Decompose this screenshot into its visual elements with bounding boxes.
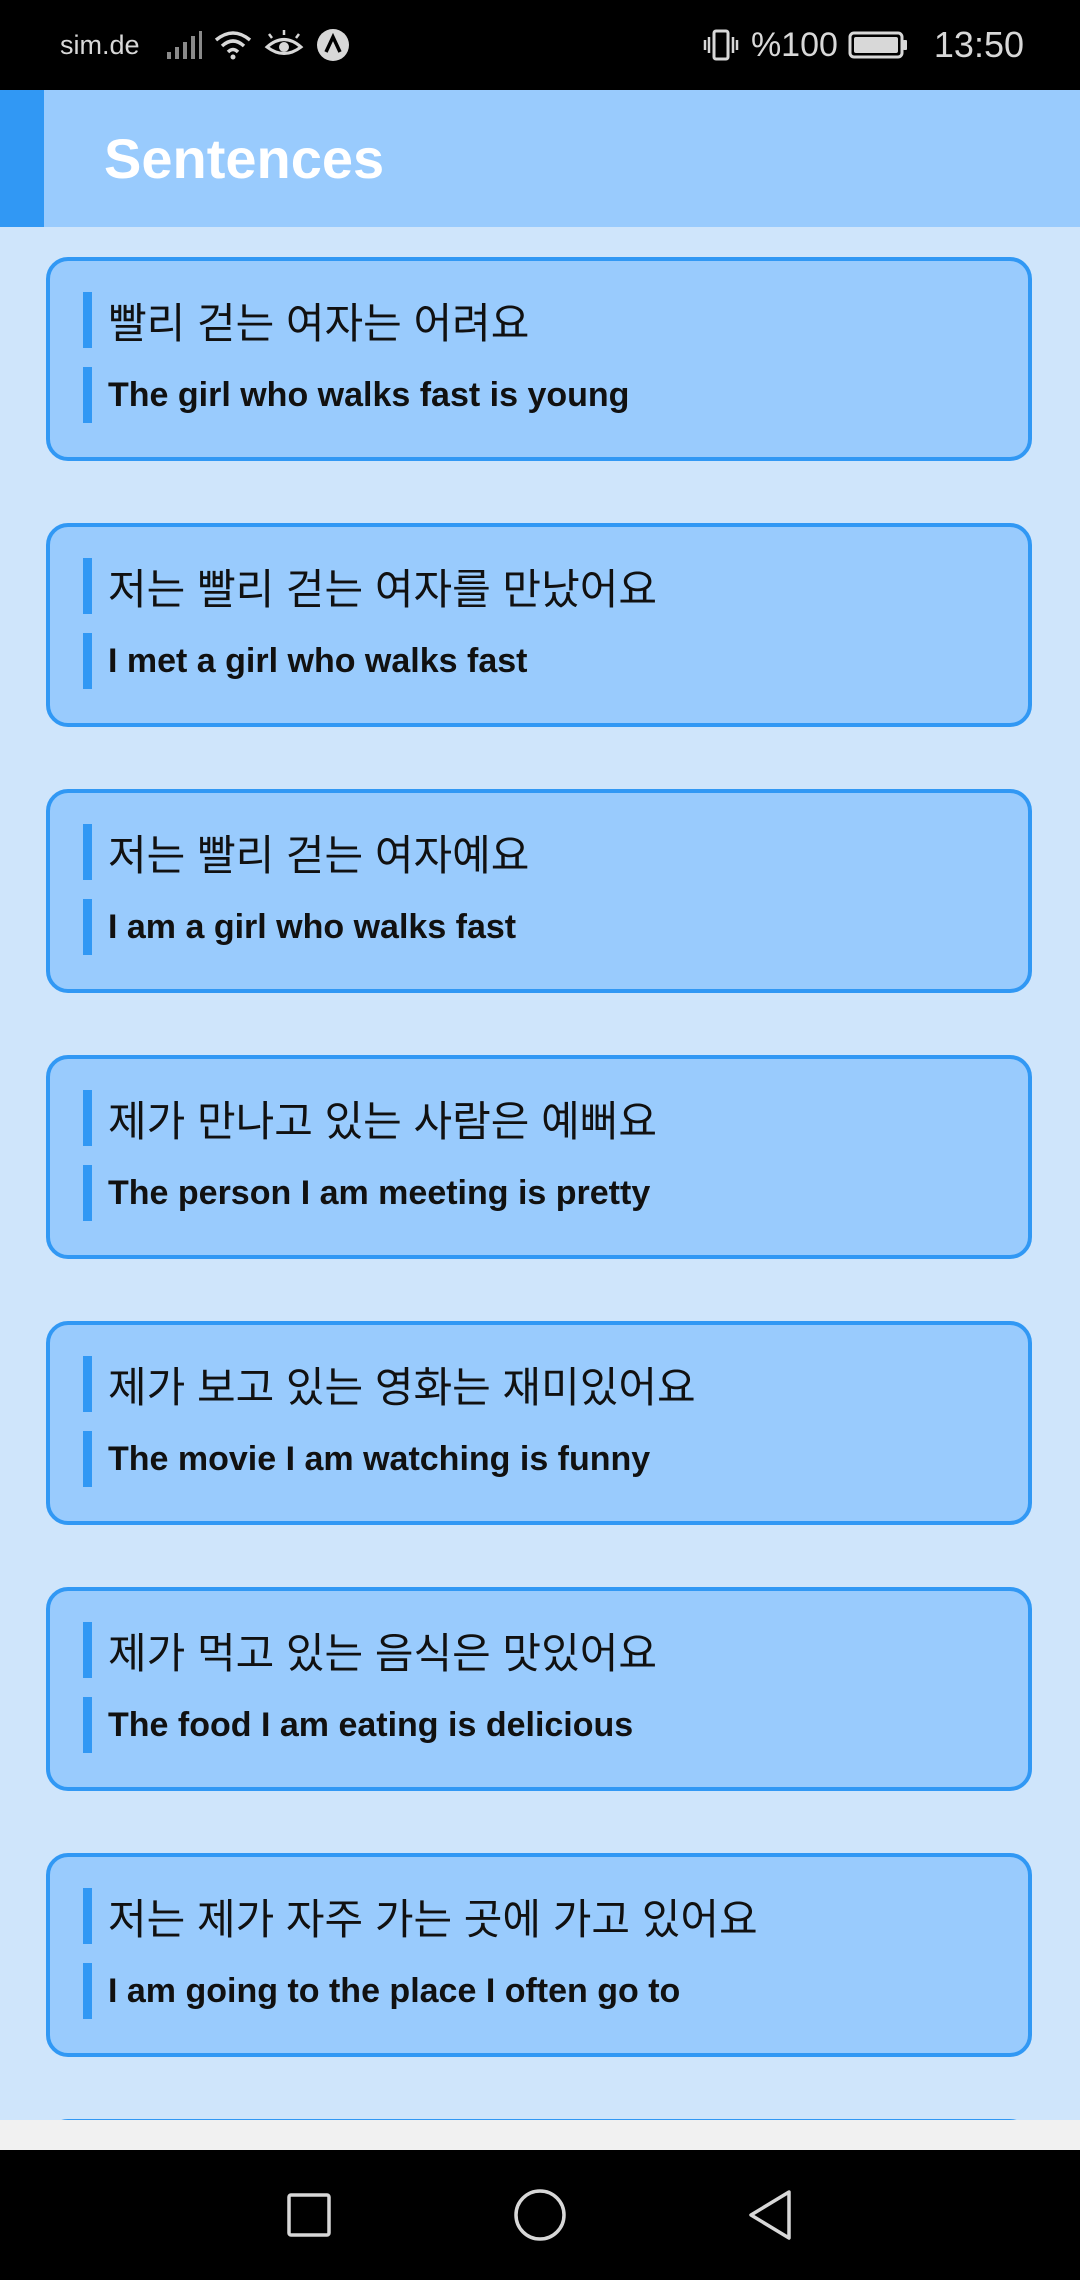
recents-icon[interactable] xyxy=(279,2185,339,2245)
navigation-bar xyxy=(0,2150,1080,2280)
status-bar: sim.de %100 13:50 xyxy=(0,0,1080,90)
english-translation: The girl who walks fast is young xyxy=(83,367,629,423)
wifi-icon xyxy=(214,30,252,60)
back-icon[interactable] xyxy=(740,2185,800,2245)
korean-sentence: 제가 먹고 있는 음식은 맛있어요 xyxy=(83,1622,657,1678)
korean-sentence: 저는 빨리 걷는 여자를 만났어요 xyxy=(83,558,657,614)
korean-sentence: 빨리 걷는 여자는 어려요 xyxy=(83,292,529,348)
english-translation: The food I am eating is delicious xyxy=(83,1697,633,1753)
carrier-name: sim.de xyxy=(60,29,140,60)
battery-percent: %100 xyxy=(750,25,838,64)
clock: 13:50 xyxy=(933,24,1024,65)
korean-sentence: 제가 만나고 있는 사람은 예뻐요 xyxy=(83,1090,657,1146)
app-bar-accent xyxy=(0,90,44,227)
app-bar: Sentences xyxy=(0,90,1080,227)
english-translation: The movie I am watching is funny xyxy=(83,1431,650,1487)
sentence-card[interactable]: 제가 만나고 있는 사람은 예뻐요 The person I am meetin… xyxy=(46,1055,1032,1259)
english-translation: I am a girl who walks fast xyxy=(83,899,516,955)
korean-sentence: 저는 빨리 걷는 여자예요 xyxy=(83,824,529,880)
vibrate-icon xyxy=(703,28,739,62)
eye-icon xyxy=(264,30,304,60)
sentence-card[interactable]: 제가 보고 있는 영화는 재미있어요 The movie I am watchi… xyxy=(46,1321,1032,1525)
list-bottom-edge xyxy=(0,2120,1080,2150)
english-translation: The person I am meeting is pretty xyxy=(83,1165,650,1221)
sentence-card[interactable]: 저는 빨리 걷는 여자를 만났어요 I met a girl who walks… xyxy=(46,523,1032,727)
korean-sentence: 제가 보고 있는 영화는 재미있어요 xyxy=(83,1356,696,1412)
sentence-card[interactable]: 빨리 걷는 여자는 어려요 The girl who walks fast is… xyxy=(46,257,1032,461)
korean-sentence: 저는 제가 자주 가는 곳에 가고 있어요 xyxy=(83,1888,758,1944)
home-icon[interactable] xyxy=(510,2185,570,2245)
vpn-icon xyxy=(316,28,350,62)
sentence-list[interactable]: 빨리 걷는 여자는 어려요 The girl who walks fast is… xyxy=(0,227,1080,2120)
sentence-card[interactable]: 저는 빨리 걷는 여자예요 I am a girl who walks fast xyxy=(46,789,1032,993)
english-translation: I am going to the place I often go to xyxy=(83,1963,680,2019)
sentence-card[interactable]: 저는 제가 자주 가는 곳에 가고 있어요 I am going to the … xyxy=(46,1853,1032,2057)
status-right: %100 13:50 xyxy=(703,24,1024,66)
status-left: sim.de xyxy=(60,28,362,62)
sentence-card[interactable]: 제가 먹고 있는 음식은 맛있어요 The food I am eating i… xyxy=(46,1587,1032,1791)
english-translation: I met a girl who walks fast xyxy=(83,633,527,689)
page-title: Sentences xyxy=(104,127,385,190)
signal-icon xyxy=(166,30,202,60)
battery-icon xyxy=(848,30,908,60)
